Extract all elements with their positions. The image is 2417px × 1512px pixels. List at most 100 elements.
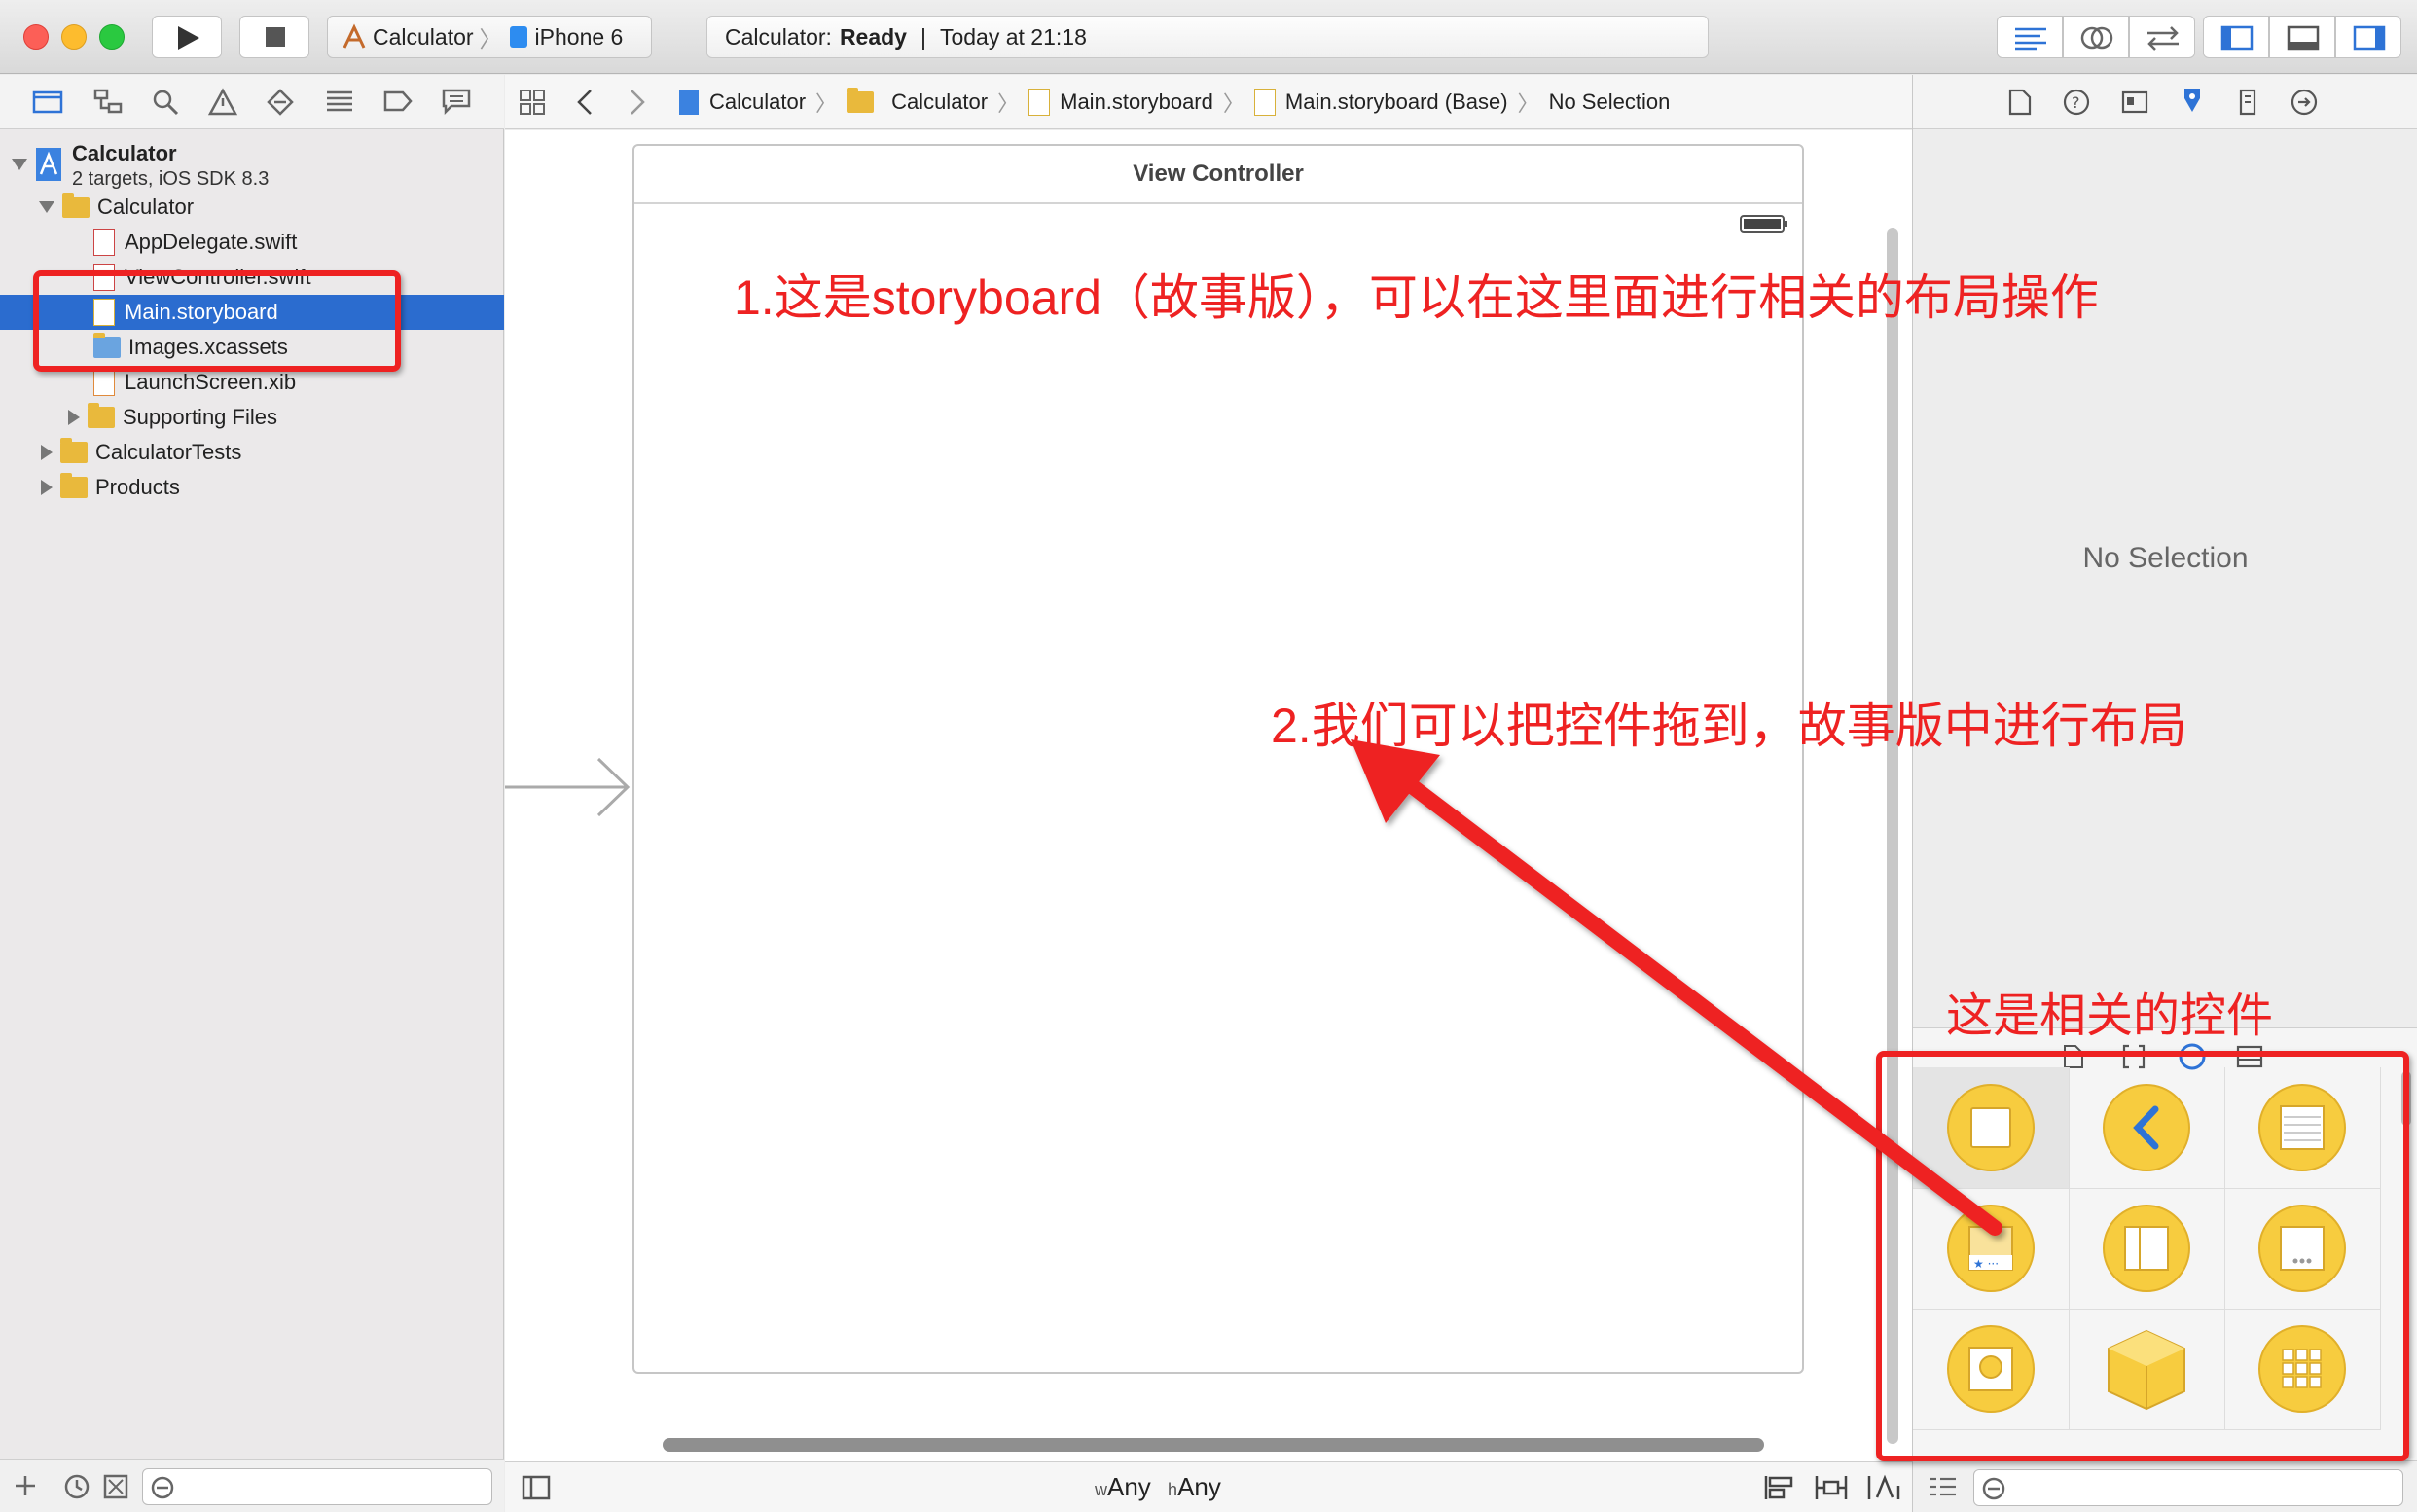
- recent-files-clock-icon[interactable]: [64, 1474, 90, 1499]
- xib-file-icon: [93, 369, 115, 396]
- toggle-navigator-button[interactable]: [2203, 16, 2269, 58]
- xcode-project-icon: [679, 90, 699, 115]
- disclosure-open-icon[interactable]: [39, 201, 54, 213]
- scene-title: View Controller: [634, 146, 1802, 204]
- attributes-inspector-icon[interactable]: [2178, 87, 2207, 116]
- storyboard-file-icon: [1253, 89, 1276, 116]
- tree-item-label: Calculator: [97, 195, 195, 219]
- disclosure-closed-icon[interactable]: [41, 445, 53, 460]
- tree-group-calculatortests[interactable]: CalculatorTests: [0, 435, 504, 470]
- swap-arrows-icon: [2147, 26, 2179, 51]
- tree-group-products[interactable]: Products: [0, 470, 504, 505]
- annotation-note-storyboard: 1.这是storyboard（故事版），可以在这里面进行相关的布局操作: [734, 270, 2099, 325]
- issue-navigator-icon[interactable]: [207, 88, 238, 116]
- xcode-project-icon: [36, 148, 61, 181]
- folder-icon: [88, 403, 115, 428]
- venn-circles-icon: [2080, 26, 2113, 50]
- debug-navigator-icon[interactable]: [325, 89, 354, 114]
- project-name: Calculator: [72, 141, 177, 165]
- scheme-selector[interactable]: Calculator 〉 iPhone 6: [327, 16, 652, 58]
- breadcrumb-group[interactable]: Calculator: [891, 90, 988, 115]
- library-filter-bar: [1913, 1460, 2417, 1512]
- annotation-note-drag-controls: 2.我们可以把控件拖到，故事版中进行布局: [1271, 699, 2187, 753]
- find-navigator-icon[interactable]: [152, 89, 179, 116]
- status-state: Ready: [839, 23, 907, 50]
- left-panel-icon: [2220, 25, 2254, 51]
- toggle-utilities-button[interactable]: [2335, 16, 2401, 58]
- connections-inspector-icon[interactable]: [2291, 89, 2318, 116]
- source-control-filter-icon[interactable]: [103, 1474, 128, 1499]
- status-time: Today at 21:18: [939, 23, 1087, 50]
- stop-button[interactable]: [239, 16, 309, 58]
- pin-icon[interactable]: [1815, 1474, 1848, 1501]
- tree-item-label: Supporting Files: [123, 405, 277, 429]
- assistant-editor-button[interactable]: [2063, 16, 2129, 58]
- tree-item-appdelegate[interactable]: AppDelegate.swift: [0, 225, 504, 260]
- forward-chevron-icon[interactable]: [628, 89, 647, 116]
- chevron-right-icon: 〉: [1222, 91, 1245, 116]
- tree-group-supporting-files[interactable]: Supporting Files: [0, 400, 504, 435]
- list-view-toggle-icon[interactable]: [1929, 1475, 1958, 1500]
- folder-icon: [847, 88, 875, 113]
- toggle-debug-area-button[interactable]: [2269, 16, 2335, 58]
- library-search-field[interactable]: [1973, 1469, 2403, 1506]
- size-class-height-prefix: h: [1168, 1480, 1178, 1499]
- folder-icon: [60, 473, 88, 498]
- breadcrumb: Calculator 〉 Calculator 〉 Main.storyboar…: [678, 75, 1670, 129]
- standard-editor-button[interactable]: [1997, 16, 2063, 58]
- play-icon: [178, 26, 199, 50]
- folder-icon: [62, 193, 90, 218]
- jump-bar: Calculator 〉 Calculator 〉 Main.storyboar…: [505, 75, 1912, 129]
- add-icon[interactable]: [14, 1474, 37, 1497]
- chevron-right-icon: 〉: [815, 91, 838, 116]
- test-navigator-icon[interactable]: [267, 89, 294, 116]
- initial-view-controller-arrow-icon: [505, 757, 631, 817]
- breadcrumb-selection[interactable]: No Selection: [1549, 90, 1671, 115]
- back-chevron-icon[interactable]: [575, 89, 595, 116]
- size-class-control[interactable]: wAny hAny: [1095, 1472, 1221, 1502]
- navigator-tabs: [0, 75, 504, 129]
- size-inspector-icon[interactable]: [2238, 89, 2257, 116]
- file-inspector-icon[interactable]: [2008, 89, 2032, 116]
- status-project: Calculator:: [725, 23, 832, 50]
- close-window-button[interactable]: [23, 24, 49, 50]
- disclosure-open-icon[interactable]: [12, 159, 27, 170]
- symbol-navigator-icon[interactable]: [93, 89, 123, 114]
- project-subtitle: 2 targets, iOS SDK 8.3: [72, 168, 270, 190]
- right-panel-icon: [2353, 25, 2386, 51]
- filter-icon: [151, 1476, 174, 1499]
- report-navigator-icon[interactable]: [442, 89, 471, 116]
- minimize-window-button[interactable]: [61, 24, 87, 50]
- tree-item-label: AppDelegate.swift: [125, 230, 298, 254]
- related-items-grid-icon[interactable]: [519, 89, 546, 116]
- align-icon[interactable]: [1764, 1474, 1795, 1501]
- navigator-search-field[interactable]: [142, 1468, 492, 1505]
- activity-viewer: Calculator: Ready | Today at 21:18: [706, 16, 1709, 58]
- zoom-window-button[interactable]: [99, 24, 125, 50]
- project-root-row[interactable]: Calculator 2 targets, iOS SDK 8.3: [10, 137, 504, 194]
- chevron-right-icon: 〉: [479, 26, 502, 52]
- breadcrumb-project[interactable]: Calculator: [709, 90, 806, 115]
- resolve-auto-layout-icon[interactable]: [1867, 1474, 1900, 1501]
- storyboard-file-icon: [1028, 89, 1051, 116]
- tree-item-label: Products: [95, 475, 180, 499]
- canvas-horizontal-scrollbar[interactable]: [663, 1438, 1764, 1452]
- folder-navigator-icon[interactable]: [32, 89, 63, 114]
- inspector-empty-state: No Selection: [2082, 542, 2249, 574]
- run-button[interactable]: [152, 16, 222, 58]
- tree-group-calculator[interactable]: Calculator: [0, 190, 504, 225]
- document-outline-toggle-icon[interactable]: [522, 1475, 551, 1500]
- editor-bottom-bar: wAny hAny: [505, 1461, 1912, 1512]
- quick-help-icon[interactable]: ?: [2063, 89, 2090, 116]
- tree-item-label: LaunchScreen.xib: [125, 370, 297, 394]
- identity-inspector-icon[interactable]: [2121, 89, 2148, 116]
- window-toolbar: Calculator 〉 iPhone 6 Calculator: Ready …: [0, 0, 2417, 74]
- breakpoint-navigator-icon[interactable]: [383, 90, 413, 112]
- scheme-device-label: iPhone 6: [534, 23, 624, 50]
- version-editor-button[interactable]: [2129, 16, 2195, 58]
- breadcrumb-localization[interactable]: Main.storyboard (Base): [1285, 90, 1508, 115]
- disclosure-closed-icon[interactable]: [41, 480, 53, 495]
- disclosure-closed-icon[interactable]: [68, 410, 80, 425]
- size-class-height: Any: [1177, 1472, 1221, 1501]
- breadcrumb-file[interactable]: Main.storyboard: [1060, 90, 1213, 115]
